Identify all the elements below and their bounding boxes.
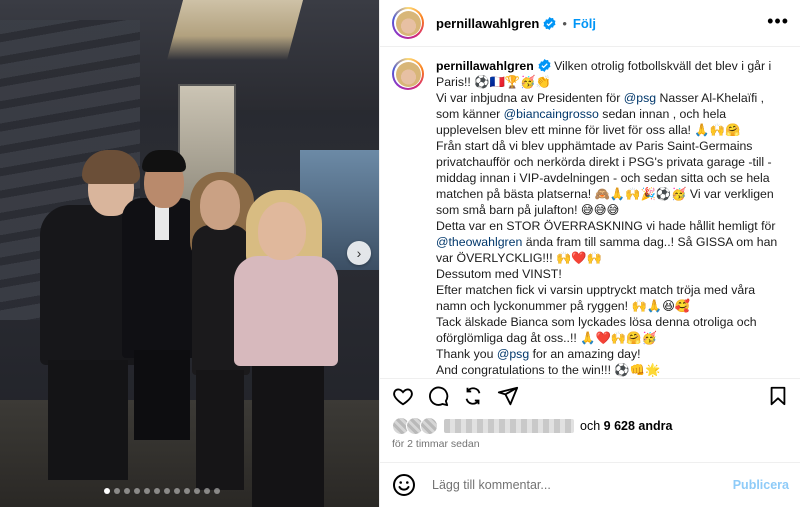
likes-suffix: andra xyxy=(638,419,673,433)
carousel-dot xyxy=(134,488,140,494)
caption-text-segment: Detta var en STOR ÖVERRASKNING vi hade h… xyxy=(436,219,776,233)
caption-text: pernillawahlgren Vilken otrolig fotbolls… xyxy=(436,58,789,377)
caption-line: Från start då vi blev upphämtade av Pari… xyxy=(436,138,789,218)
comment-icon[interactable] xyxy=(427,385,449,407)
action-bar xyxy=(380,378,800,408)
caption-text-segment: Thank you xyxy=(436,347,497,361)
heart-icon[interactable] xyxy=(392,385,414,407)
mention-link[interactable]: @psg xyxy=(624,91,656,105)
caption-line: Thank you @psg for an amazing day! xyxy=(436,346,789,362)
caption-text-segment: And congratulations to the win!!! ⚽👊🌟 xyxy=(436,363,661,377)
carousel-indicator xyxy=(104,488,220,494)
likes-count: 9 628 xyxy=(603,419,635,433)
carousel-dot xyxy=(194,488,200,494)
caption-line: Detta var en STOR ÖVERRASKNING vi hade h… xyxy=(436,218,789,266)
emoji-icon[interactable] xyxy=(392,473,416,497)
carousel-dot xyxy=(154,488,160,494)
caption-text-segment: Efter matchen fick vi varsin upptryckt m… xyxy=(436,283,756,313)
carousel-dot xyxy=(174,488,180,494)
separator-dot: • xyxy=(562,15,567,31)
caption-text-segment: for an amazing day! xyxy=(529,347,641,361)
caption-text-segment: Tack älskade Bianca som lyckades lösa de… xyxy=(436,315,757,345)
verified-badge-icon xyxy=(538,59,551,72)
carousel-dot xyxy=(114,488,120,494)
share-icon[interactable] xyxy=(462,385,484,407)
mention-link[interactable]: @theowahlgren xyxy=(436,235,522,249)
carousel-next-button[interactable]: › xyxy=(347,241,371,265)
follow-button[interactable]: Följ xyxy=(573,16,596,31)
carousel-dot xyxy=(204,488,210,494)
blurred-liker-names xyxy=(444,419,574,433)
mention-link[interactable]: @biancaingrosso xyxy=(504,107,599,121)
ceiling-light xyxy=(166,0,304,60)
author-username[interactable]: pernillawahlgren xyxy=(436,16,539,31)
carousel-dot xyxy=(104,488,110,494)
mention-link[interactable]: @psg xyxy=(497,347,529,361)
post-photo[interactable]: › xyxy=(0,0,379,507)
likes-summary[interactable]: och 9 628 andra xyxy=(392,417,672,435)
liker-avatar xyxy=(420,417,438,435)
post-sidebar: pernillawahlgren • Följ ••• pernillawahl… xyxy=(379,0,800,507)
publish-button[interactable]: Publicera xyxy=(733,478,789,492)
caption-text-segment: Från start då vi blev upphämtade av Pari… xyxy=(436,139,774,217)
carousel-dot xyxy=(124,488,130,494)
comment-bar: Publicera xyxy=(380,462,800,507)
post-header: pernillawahlgren • Följ ••• xyxy=(380,0,800,47)
caption-area: pernillawahlgren Vilken otrolig fotbolls… xyxy=(380,48,800,377)
likes-conjunction: och xyxy=(580,419,601,433)
caption-text-segment: Vi var inbjudna av Presidenten för xyxy=(436,91,624,105)
caption-line: Efter matchen fick vi varsin upptryckt m… xyxy=(436,282,789,314)
carousel-dot xyxy=(164,488,170,494)
caption-first-line: pernillawahlgren Vilken otrolig fotbolls… xyxy=(436,58,789,90)
caption-username[interactable]: pernillawahlgren xyxy=(436,59,534,73)
caption-line: And congratulations to the win!!! ⚽👊🌟 xyxy=(436,362,789,378)
send-icon[interactable] xyxy=(497,385,519,407)
caption-line: Tack älskade Bianca som lyckades lösa de… xyxy=(436,314,789,346)
more-options-icon[interactable]: ••• xyxy=(767,12,789,30)
comment-input[interactable] xyxy=(432,478,733,492)
caption-line: Vi var inbjudna av Presidenten för @psg … xyxy=(436,90,789,138)
verified-badge-icon xyxy=(543,16,556,30)
caption-text-segment: Dessutom med VINST! xyxy=(436,267,562,281)
post-timestamp[interactable]: för 2 timmar sedan xyxy=(392,438,480,450)
chevron-right-icon: › xyxy=(356,245,362,261)
carousel-dot xyxy=(184,488,190,494)
carousel-dot xyxy=(144,488,150,494)
caption-line: Dessutom med VINST! xyxy=(436,266,789,282)
bookmark-icon[interactable] xyxy=(767,385,789,407)
avatar[interactable] xyxy=(392,7,424,39)
carousel-dot xyxy=(214,488,220,494)
caption-avatar[interactable] xyxy=(392,58,424,90)
